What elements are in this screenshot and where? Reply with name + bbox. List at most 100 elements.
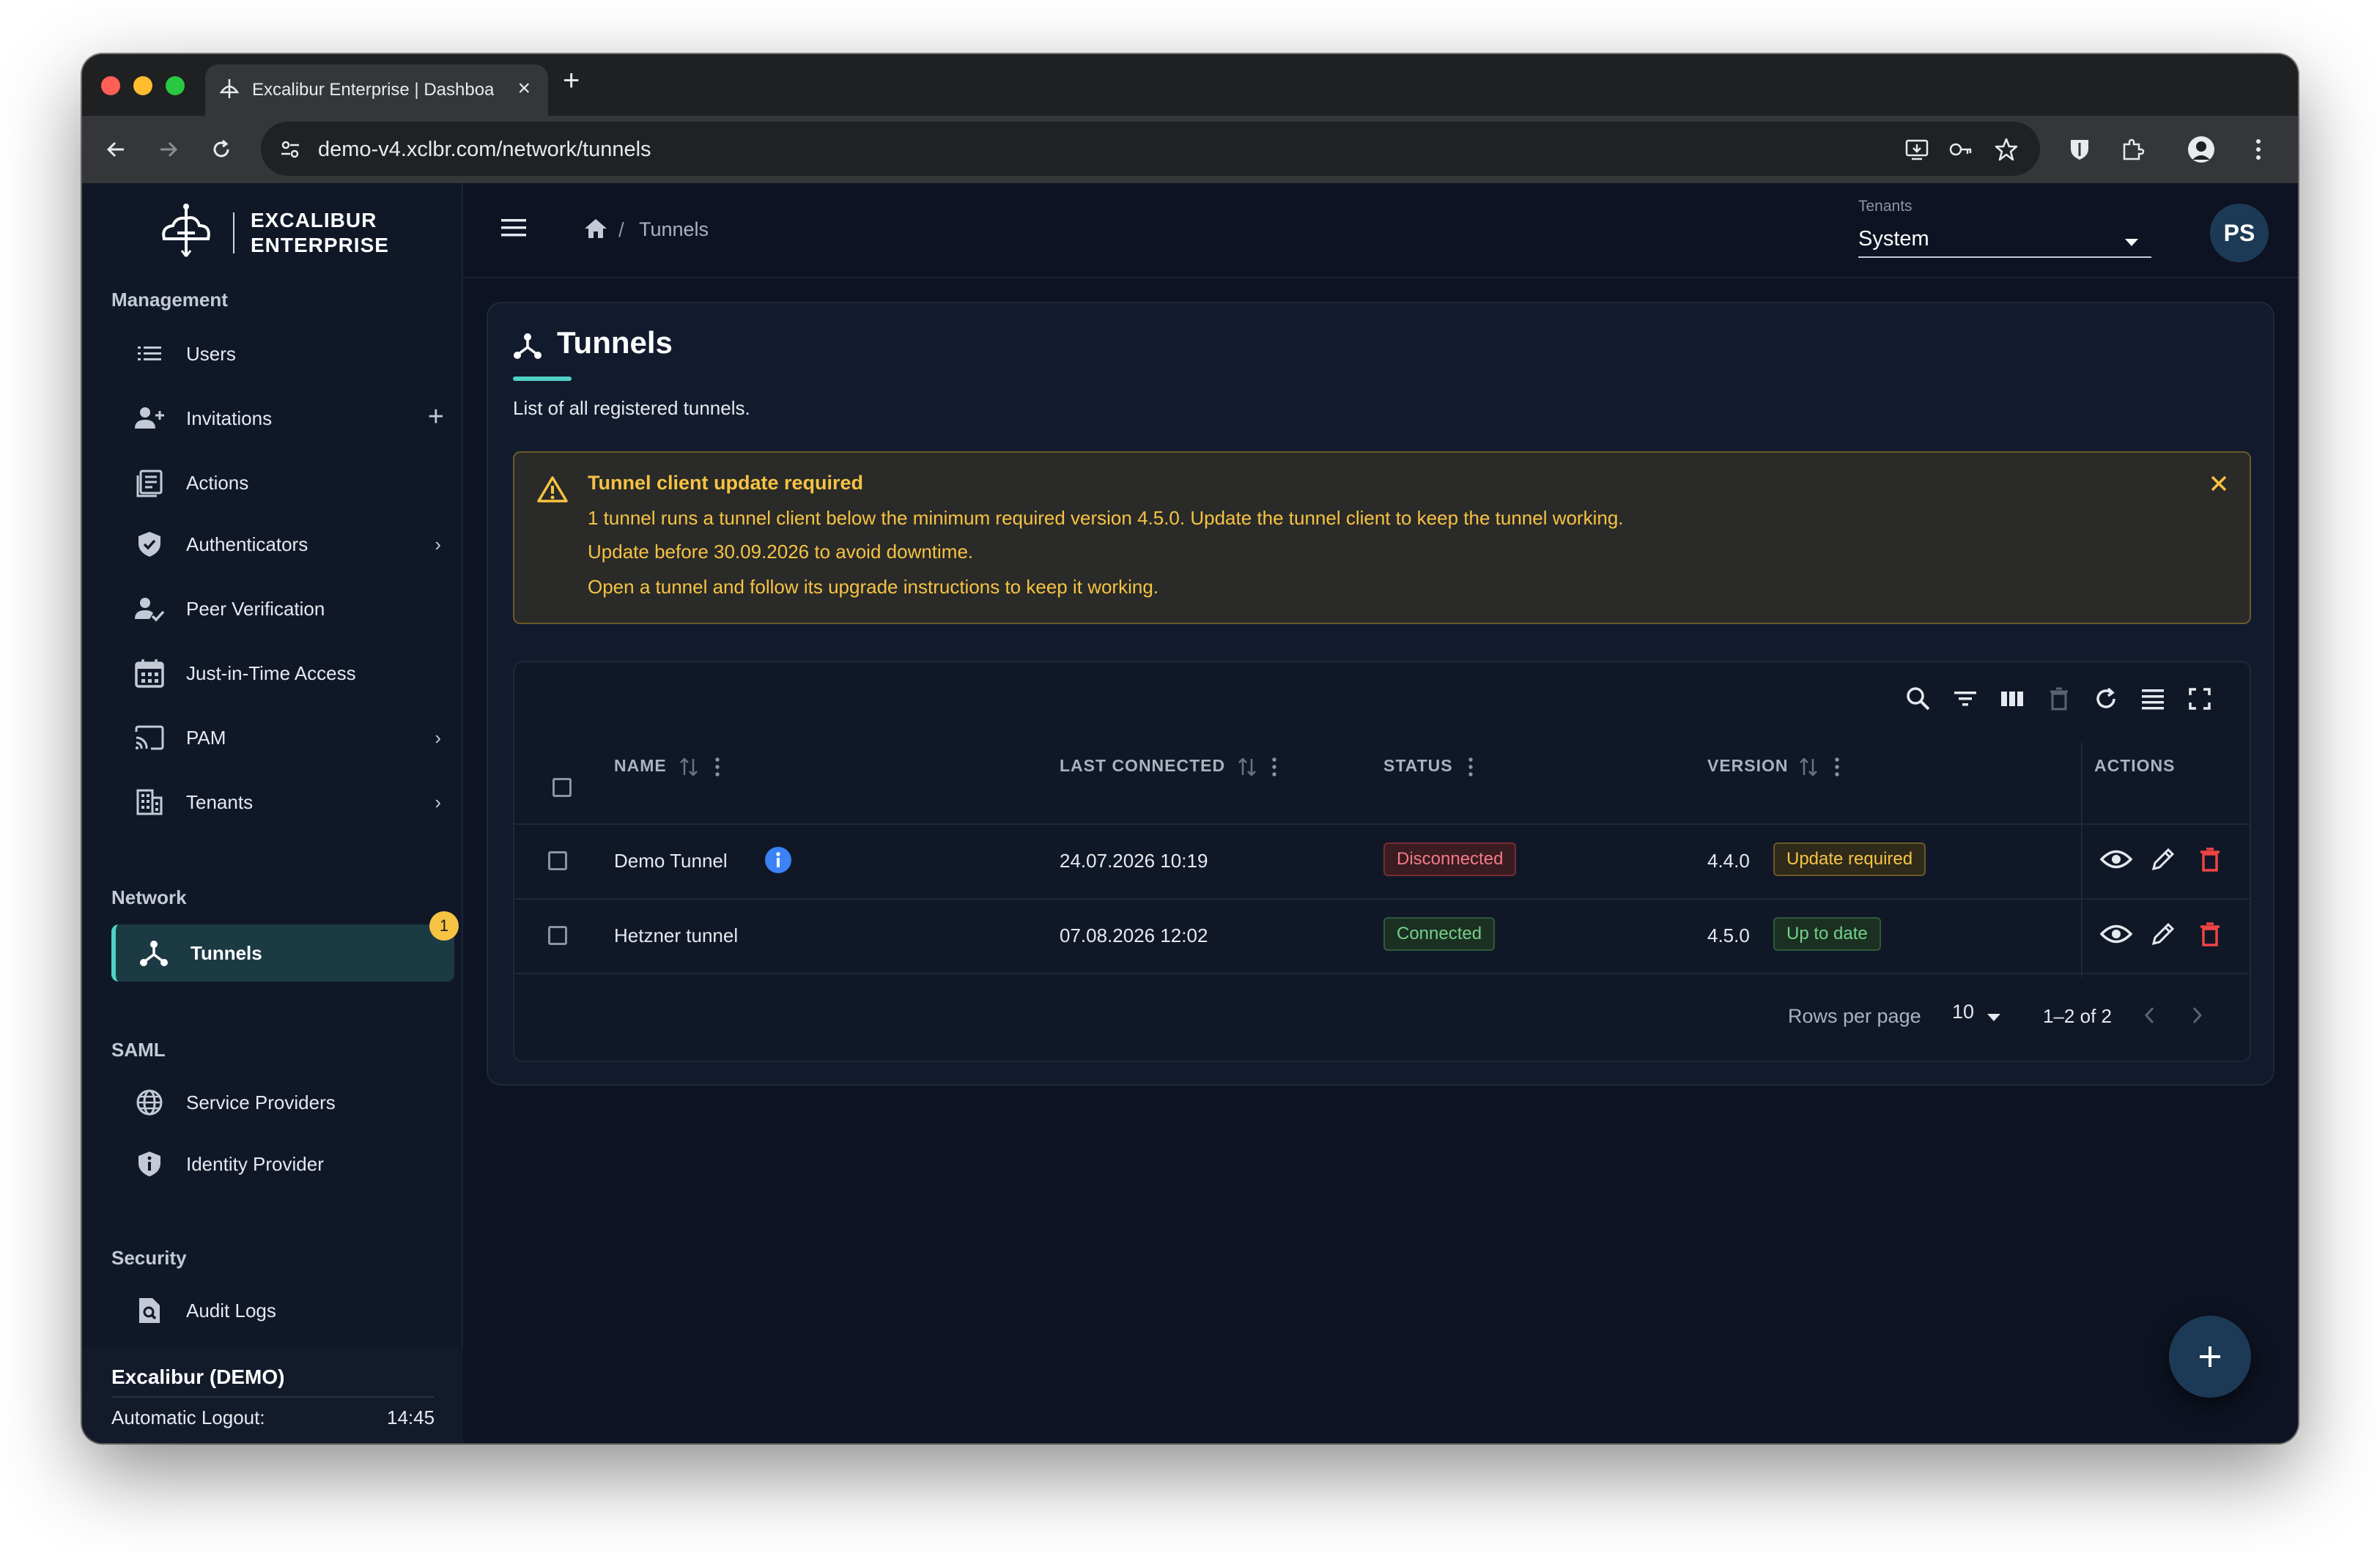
tunnels-warning-badge: 1: [429, 911, 459, 941]
version-status-badge: Update required: [1773, 842, 1926, 876]
caret-down-icon[interactable]: [1987, 1014, 2000, 1021]
sidebar-item-identity-provider[interactable]: Identity Provider: [111, 1135, 454, 1193]
tunnel-name[interactable]: Demo Tunnel: [614, 850, 728, 872]
delete-trash-icon[interactable]: [2192, 842, 2228, 877]
fullscreen-icon[interactable]: [2182, 681, 2217, 716]
filter-icon[interactable]: [1948, 681, 1983, 716]
edit-pencil-icon[interactable]: [2146, 842, 2181, 877]
close-window-button[interactable]: [101, 76, 120, 95]
sidebar-item-jit-access[interactable]: Just-in-Time Access: [111, 645, 454, 702]
add-tunnel-button[interactable]: [2169, 1316, 2251, 1398]
previous-page-icon[interactable]: [2132, 998, 2168, 1033]
install-app-icon[interactable]: [1902, 135, 1932, 164]
column-header-version[interactable]: VERSION: [1707, 756, 1789, 776]
refresh-icon[interactable]: [2088, 681, 2124, 716]
url-text[interactable]: demo-v4.xclbr.com/network/tunnels: [318, 138, 651, 162]
footer-divider: [111, 1396, 434, 1398]
sidebar-item-label: Just-in-Time Access: [186, 661, 356, 684]
sidebar-item-tenants[interactable]: Tenants ›: [111, 774, 454, 831]
tunnel-name[interactable]: Hetzner tunnel: [614, 924, 738, 947]
info-icon[interactable]: [764, 845, 793, 878]
sort-icon[interactable]: [679, 756, 699, 782]
site-settings-icon[interactable]: [276, 135, 305, 164]
close-icon[interactable]: [2209, 473, 2229, 497]
column-menu-icon[interactable]: [1271, 756, 1278, 782]
version-status-badge: Up to date: [1773, 917, 1881, 951]
delete-selected-icon[interactable]: [2041, 681, 2077, 716]
tenant-select[interactable]: System: [1858, 223, 2151, 258]
auto-logout-label: Automatic Logout:: [111, 1406, 265, 1428]
password-key-icon[interactable]: [1946, 135, 1976, 164]
new-tab-button[interactable]: +: [563, 64, 580, 97]
globe-icon: [132, 1085, 167, 1120]
density-icon[interactable]: [2135, 681, 2170, 716]
add-invitation-icon[interactable]: +: [428, 401, 444, 433]
minimize-window-button[interactable]: [133, 76, 152, 95]
tab-close-icon[interactable]: ×: [517, 76, 531, 101]
browser-menu-icon[interactable]: [2241, 132, 2276, 167]
warning-triangle-icon: [536, 475, 569, 508]
view-eye-icon[interactable]: [2099, 916, 2134, 952]
search-icon[interactable]: [1901, 681, 1936, 716]
row-checkbox[interactable]: [548, 926, 567, 945]
columns-icon[interactable]: [1995, 681, 2030, 716]
column-menu-icon[interactable]: [1833, 756, 1841, 782]
tunnel-network-icon: [136, 935, 171, 971]
breadcrumb-current: Tunnels: [639, 218, 709, 240]
sidebar-item-actions[interactable]: Actions: [111, 454, 454, 511]
reload-icon[interactable]: [202, 130, 240, 168]
alert-line: Open a tunnel and follow its upgrade ins…: [588, 576, 1159, 598]
column-menu-icon[interactable]: [1467, 756, 1474, 782]
caret-down-icon: [2125, 239, 2138, 246]
last-connected: 24.07.2026 10:19: [1060, 850, 1208, 872]
maximize-window-button[interactable]: [166, 76, 185, 95]
shield-info-icon: [132, 1146, 167, 1182]
sort-icon[interactable]: [1798, 756, 1819, 782]
chevron-right-icon: ›: [435, 727, 441, 749]
tunnels-card: Tunnels List of all registered tunnels. …: [487, 302, 2274, 1086]
section-saml: SAML: [111, 1039, 166, 1061]
extensions-icon[interactable]: [2115, 132, 2150, 167]
sidebar-footer: Excalibur (DEMO) Automatic Logout: 14:45: [82, 1348, 463, 1443]
back-icon[interactable]: [97, 130, 135, 168]
user-avatar[interactable]: PS: [2210, 204, 2269, 262]
sort-icon[interactable]: [1237, 756, 1257, 782]
sidebar-item-pam[interactable]: PAM ›: [111, 709, 454, 766]
tunnel-network-icon: [513, 331, 542, 364]
row-checkbox[interactable]: [548, 851, 567, 870]
sidebar-item-authenticators[interactable]: Authenticators ›: [111, 516, 454, 573]
browser-tab[interactable]: Excalibur Enterprise | Dashboard ×: [205, 64, 548, 116]
brand-line-1: EXCALIBUR: [251, 209, 377, 231]
column-menu-icon[interactable]: [714, 756, 721, 782]
column-header-actions: ACTIONS: [2094, 756, 2176, 775]
brand-logo[interactable]: EXCALIBUR ENTERPRISE: [155, 198, 389, 268]
bookmark-star-icon[interactable]: [1992, 135, 2021, 164]
sidebar-item-peer-verification[interactable]: Peer Verification: [111, 580, 454, 637]
sidebar-item-label: Peer Verification: [186, 597, 325, 620]
shield-check-icon: [132, 527, 167, 562]
sidebar-item-invitations[interactable]: Invitations +: [111, 390, 454, 447]
actions-column-divider: [2081, 743, 2082, 977]
password-manager-extension-icon[interactable]: [2062, 132, 2097, 167]
profile-avatar-icon[interactable]: [2184, 132, 2219, 167]
hamburger-menu-icon[interactable]: [500, 217, 528, 242]
column-header-status[interactable]: STATUS: [1383, 756, 1453, 776]
next-page-icon[interactable]: [2179, 998, 2214, 1033]
column-header-name[interactable]: NAME: [614, 756, 667, 776]
delete-trash-icon[interactable]: [2192, 916, 2228, 952]
chevron-right-icon: ›: [435, 791, 441, 813]
select-all-checkbox[interactable]: [552, 778, 572, 797]
address-bar[interactable]: demo-v4.xclbr.com/network/tunnels: [261, 122, 2040, 176]
sidebar-item-tunnels[interactable]: Tunnels: [111, 924, 454, 982]
column-header-last-connected[interactable]: LAST CONNECTED: [1060, 756, 1225, 776]
sidebar-item-service-providers[interactable]: Service Providers: [111, 1074, 454, 1131]
edit-pencil-icon[interactable]: [2146, 916, 2181, 952]
home-icon[interactable]: [583, 217, 608, 244]
rows-per-page-select[interactable]: 10: [1952, 1001, 1974, 1023]
forward-icon[interactable]: [149, 130, 188, 168]
sidebar-item-audit-logs[interactable]: Audit Logs: [111, 1282, 454, 1339]
auto-logout-timer: 14:45: [387, 1406, 435, 1428]
browser-window: Excalibur Enterprise | Dashboard × + dem…: [82, 54, 2298, 1443]
view-eye-icon[interactable]: [2099, 842, 2134, 877]
sidebar-item-users[interactable]: Users: [111, 325, 454, 382]
